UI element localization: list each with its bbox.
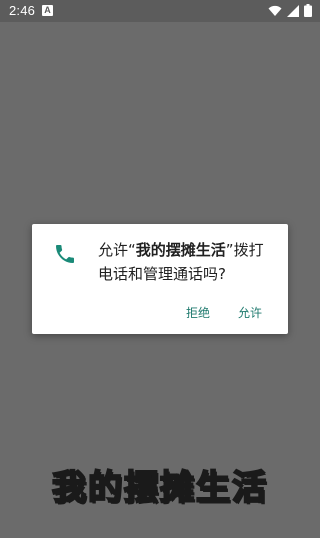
status-time: 2:46: [9, 3, 36, 18]
screen: 2:46 A 允许“我的摆摊生活”拨打电话和管理通话吗? 拒绝 允许 我的摆摊生…: [0, 0, 320, 538]
dialog-actions: 拒绝 允许: [172, 302, 276, 323]
message-prefix: 允许“: [98, 241, 136, 259]
phone-icon: [53, 242, 77, 266]
app-title-logo: 我的摆摊生活: [51, 467, 268, 509]
battery-icon: [304, 4, 312, 17]
status-icons: [268, 4, 312, 17]
wifi-icon: [268, 5, 282, 17]
app-name: 我的摆摊生活: [135, 241, 226, 259]
dialog-message: 允许“我的摆摊生活”拨打电话和管理通话吗?: [98, 238, 278, 286]
permission-dialog: 允许“我的摆摊生活”拨打电话和管理通话吗? 拒绝 允许: [32, 224, 288, 334]
notification-a-icon: A: [42, 5, 53, 16]
deny-button[interactable]: 拒绝: [172, 302, 224, 323]
allow-button[interactable]: 允许: [224, 302, 276, 323]
signal-icon: [287, 4, 299, 17]
status-bar: 2:46 A: [0, 0, 320, 22]
